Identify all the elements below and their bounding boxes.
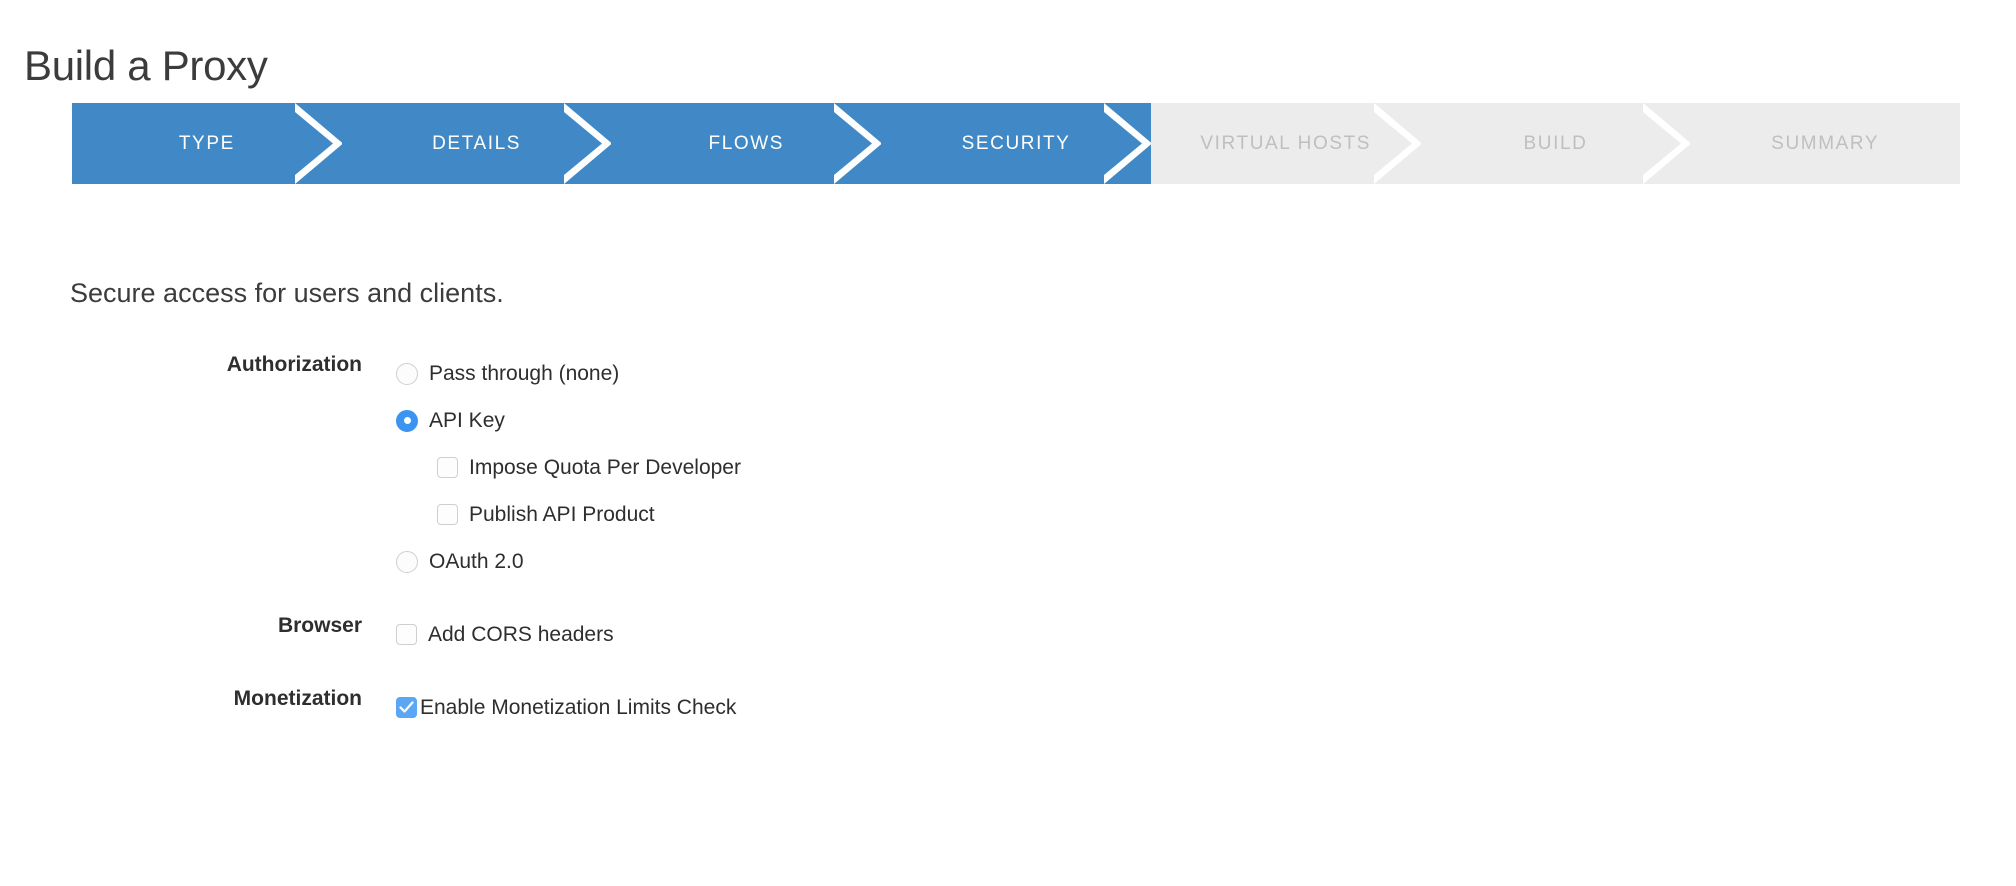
option-label: Pass through (none) <box>429 362 619 386</box>
form-row-monetization: Monetization Enable Monetization Limits C… <box>0 684 2016 731</box>
option-label: Publish API Product <box>469 503 655 527</box>
radio-unchecked[interactable] <box>396 363 418 385</box>
form-row-browser: Browser Add CORS headers <box>0 611 2016 658</box>
radio-unchecked[interactable] <box>396 551 418 573</box>
checkbox-unchecked[interactable] <box>396 624 417 645</box>
wizard-step-summary[interactable]: SUMMARY <box>1690 103 1960 184</box>
form-row-label: Browser <box>0 611 362 641</box>
option-label: Impose Quota Per Developer <box>469 456 741 480</box>
chevron-right-icon <box>1643 103 1691 184</box>
chevron-right-icon <box>834 103 882 184</box>
wizard-step-security[interactable]: SECURITY <box>881 103 1151 184</box>
option-label: Add CORS headers <box>428 623 614 647</box>
checkbox-unchecked[interactable] <box>437 504 458 525</box>
checkbox-unchecked[interactable] <box>437 457 458 478</box>
wizard-step-label: FLOWS <box>709 133 785 155</box>
option-oauth-2-0[interactable]: OAuth 2.0 <box>396 538 741 585</box>
form-row-label: Authorization <box>0 350 362 380</box>
security-options-form: Authorization Pass through (none) API Key I… <box>0 350 2016 731</box>
wizard-step-details[interactable]: DETAILS <box>342 103 612 184</box>
chevron-right-icon <box>564 103 612 184</box>
form-row-controls: Add CORS headers <box>396 611 614 658</box>
wizard-step-type[interactable]: TYPE <box>72 103 342 184</box>
option-publish-api-product[interactable]: Publish API Product <box>396 491 741 538</box>
chevron-right-icon <box>1374 103 1422 184</box>
option-enable-monetization-limits-check[interactable]: Enable Monetization Limits Check <box>396 684 736 731</box>
chevron-right-icon <box>295 103 343 184</box>
option-label: Enable Monetization Limits Check <box>420 696 736 720</box>
checkbox-checked[interactable] <box>396 697 417 718</box>
wizard-step-flows[interactable]: FLOWS <box>611 103 881 184</box>
check-icon <box>399 700 414 715</box>
wizard-step-label: TYPE <box>179 133 235 155</box>
wizard-step-label: BUILD <box>1523 133 1587 155</box>
option-label: OAuth 2.0 <box>429 550 524 574</box>
form-row-controls: Pass through (none) API Key Impose Quota P… <box>396 350 741 585</box>
page-title: Build a Proxy <box>24 38 268 94</box>
wizard-step-bar: TYPE DETAILS FLOWS SECURITY VIRTUAL HOSTS BUI… <box>72 103 1960 184</box>
wizard-step-label: VIRTUAL HOSTS <box>1200 133 1371 155</box>
wizard-step-label: SECURITY <box>962 133 1071 155</box>
option-add-cors-headers[interactable]: Add CORS headers <box>396 611 614 658</box>
wizard-step-label: SUMMARY <box>1771 133 1879 155</box>
form-row-authorization: Authorization Pass through (none) API Key I… <box>0 350 2016 585</box>
wizard-step-label: DETAILS <box>432 133 521 155</box>
option-impose-quota-per-developer[interactable]: Impose Quota Per Developer <box>396 444 741 491</box>
form-row-spacer <box>0 658 2016 684</box>
form-row-controls: Enable Monetization Limits Check <box>396 684 736 731</box>
radio-checked[interactable] <box>396 410 418 432</box>
wizard-step-build[interactable]: BUILD <box>1421 103 1691 184</box>
section-intro-text: Secure access for users and clients. <box>70 276 504 310</box>
form-row-spacer <box>0 585 2016 611</box>
option-api-key[interactable]: API Key <box>396 397 741 444</box>
wizard-step-virtual-hosts[interactable]: VIRTUAL HOSTS <box>1151 103 1421 184</box>
option-pass-through-none[interactable]: Pass through (none) <box>396 350 741 397</box>
option-label: API Key <box>429 409 505 433</box>
form-row-label: Monetization <box>0 684 362 714</box>
chevron-right-icon <box>1104 103 1152 184</box>
